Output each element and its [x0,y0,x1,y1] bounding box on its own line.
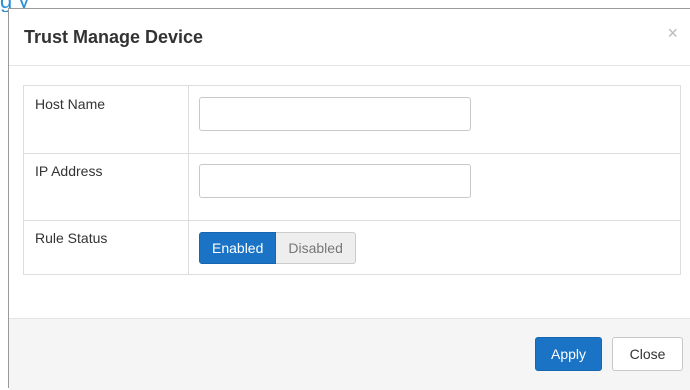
rule-status-label-cell: Rule Status [24,220,189,275]
device-form: Host Name IP Address Rule Status Enabled… [23,85,681,275]
rule-status-toggle: Enabled Disabled [199,232,356,264]
enabled-toggle-button[interactable]: Enabled [199,232,277,264]
ip-address-label: IP Address [35,163,103,179]
close-button[interactable]: Close [612,337,683,371]
dialog-header: Trust Manage Device × [9,9,690,66]
host-name-row: Host Name [24,86,680,154]
rule-status-label: Rule Status [35,230,108,246]
host-name-label-cell: Host Name [24,86,189,153]
dialog-footer: Apply Close [9,318,690,390]
disabled-toggle-button[interactable]: Disabled [276,232,356,264]
ip-address-row: IP Address [24,153,680,221]
apply-button[interactable]: Apply [535,337,602,371]
trust-manage-device-dialog: Trust Manage Device × Host Name IP Addre… [8,8,690,390]
host-name-label: Host Name [35,96,106,112]
rule-status-row: Rule Status Enabled Disabled [24,220,680,275]
close-icon[interactable]: × [667,24,678,42]
ip-address-input[interactable] [199,164,471,198]
dialog-title: Trust Manage Device [24,27,204,47]
host-name-input[interactable] [199,97,471,131]
ip-address-label-cell: IP Address [24,153,189,220]
